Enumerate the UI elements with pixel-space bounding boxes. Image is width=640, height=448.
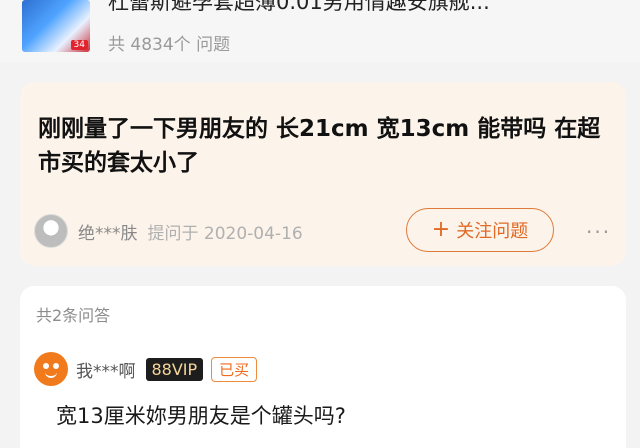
- more-options-icon[interactable]: ···: [586, 220, 611, 244]
- answer-text[interactable]: 宽13厘米妳男朋友是个罐头吗?: [56, 400, 346, 430]
- avatar-mouth: [45, 372, 57, 378]
- question-title: 刚刚量了一下男朋友的 长21cm 宽13cm 能带吗 在超市买的套太小了: [38, 116, 601, 176]
- asker-info: 绝***肤 提问于 2020-04-16: [34, 214, 303, 248]
- answers-count: 共2条问答: [36, 306, 111, 325]
- asker-name: 绝***肤: [78, 223, 138, 244]
- product-header[interactable]: 34 杜蕾斯避孕套超薄0.01男用情趣安旗舰... 共 4834个 问题: [0, 0, 640, 62]
- bought-badge: 已买: [211, 356, 258, 382]
- product-thumbnail-tag: 34: [70, 40, 88, 50]
- question-count: 共 4834个 问题: [108, 35, 231, 55]
- product-thumbnail[interactable]: 34: [22, 0, 90, 52]
- product-title[interactable]: 杜蕾斯避孕套超薄0.01男用情趣安旗舰...: [108, 0, 628, 16]
- answerer-avatar[interactable]: [34, 352, 68, 386]
- asker-avatar[interactable]: [34, 214, 68, 248]
- answerer-name: 我***啊: [76, 361, 136, 382]
- follow-question-label: 关注问题: [456, 221, 529, 242]
- vip-badge: 88VIP: [145, 357, 204, 381]
- answer-user-info: 我***啊 88VIP 已买: [34, 352, 258, 386]
- question-card: 刚刚量了一下男朋友的 长21cm 宽13cm 能带吗 在超市买的套太小了 绝**…: [20, 82, 626, 266]
- plus-icon: +: [431, 217, 451, 242]
- answers-card: 共2条问答 我***啊 88VIP 已买 宽13厘米妳男朋友是个罐头吗?: [20, 286, 626, 448]
- follow-question-button[interactable]: + 关注问题: [406, 208, 554, 252]
- asked-date: 提问于 2020-04-16: [147, 223, 303, 244]
